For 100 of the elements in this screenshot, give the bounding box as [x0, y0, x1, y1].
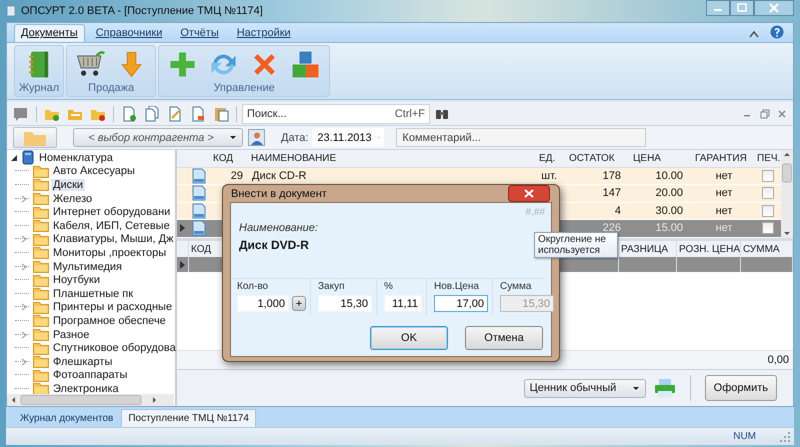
tree-item[interactable]: Принтеры и расходные [51, 301, 174, 314]
tree-item[interactable]: Диски [51, 178, 86, 191]
comment-field[interactable]: Комментарий... [396, 128, 646, 147]
ok-button[interactable]: OK [370, 326, 448, 350]
table-cell-text: 10.00 [654, 170, 684, 182]
restore-icon[interactable] [760, 108, 770, 118]
tree-item[interactable]: Клавиатуры, Мыши, Дж [51, 233, 176, 246]
column-header[interactable]: КОД [211, 152, 249, 164]
field-label: Нов.Цена [434, 281, 480, 292]
column-header[interactable]: ГАРАНТИЯ [693, 152, 755, 164]
tree-item[interactable]: Мультимедия [51, 260, 124, 273]
column-header[interactable]: ЦЕНА [631, 152, 693, 164]
cancel-button[interactable]: Отмена [465, 326, 543, 350]
ribbon-tab[interactable]: Документы [14, 24, 85, 42]
folder-icon [33, 314, 49, 328]
scrollbar[interactable] [781, 150, 793, 238]
tree-item[interactable]: Ноутбуки [51, 274, 102, 286]
total-value: 0,00 [768, 354, 789, 366]
price-tag-dropdown[interactable]: Ценник обычный [524, 378, 646, 398]
column-header[interactable]: ЕД. [537, 152, 567, 164]
tree-item[interactable]: Авто Аксесуары [51, 165, 137, 178]
document-edit-icon[interactable] [167, 106, 183, 122]
scrollbar[interactable] [7, 394, 174, 406]
document-remove-icon[interactable] [190, 106, 206, 122]
collapse-icon[interactable] [748, 29, 760, 39]
date-picker[interactable]: 23.11.2013 [312, 128, 384, 147]
current-row-icon [180, 260, 185, 268]
document-tab[interactable]: Поступление ТМЦ №1174 [121, 409, 256, 427]
tree-item[interactable]: Програмное обеспече [51, 314, 168, 327]
person-icon [250, 130, 264, 144]
group-label: Управление [214, 81, 275, 96]
tree-item[interactable]: Планшетные пк [51, 288, 136, 300]
increment-button[interactable]: + [292, 296, 306, 311]
folder-icon [33, 232, 49, 246]
document-icon [192, 168, 206, 184]
document-add-icon[interactable] [121, 106, 137, 122]
database-icon [22, 150, 34, 166]
folder-icon [33, 260, 49, 274]
ribbon-tab[interactable]: Настройки [230, 24, 298, 42]
checkbox[interactable] [762, 222, 774, 234]
folder-icon [33, 368, 49, 382]
tree-item[interactable]: Мониторы ,проекторы [51, 246, 168, 259]
input-field[interactable]: 17,00 [434, 295, 488, 312]
folder-icon [33, 328, 49, 342]
tree-item[interactable]: Спутниковое оборудова [51, 342, 178, 354]
table-cell-text: 147 [602, 187, 622, 200]
resize-grip-icon[interactable] [780, 432, 790, 442]
submit-button[interactable]: Оформить [704, 375, 777, 401]
table-cell-text: 30.00 [654, 204, 684, 217]
tree-item[interactable]: Флешкарты [51, 356, 114, 368]
contractor-dropdown[interactable]: < выбор контрагента > [73, 128, 243, 147]
table-cell-text: нет [714, 204, 734, 217]
folder-icon [33, 274, 49, 287]
person-button[interactable] [248, 129, 265, 146]
folder-icon [33, 355, 49, 368]
tree-item[interactable]: Номенклатура [37, 152, 115, 164]
checkbox[interactable] [762, 187, 774, 200]
group-label: Продажа [88, 81, 134, 96]
help-icon[interactable] [770, 25, 784, 39]
binoculars-icon[interactable] [435, 108, 449, 120]
tree-item[interactable]: Интернет оборудовани [51, 206, 172, 218]
search-box[interactable]: Поиск... Ctrl+F [242, 104, 430, 124]
folder-icon [33, 219, 49, 232]
input-field[interactable]: 1,000 [237, 295, 289, 312]
documents-icon[interactable] [144, 106, 160, 122]
tree-item[interactable]: Фотоаппараты [51, 369, 130, 382]
tree-item[interactable]: Электроника [51, 382, 121, 395]
printer-icon[interactable] [654, 378, 676, 398]
column-header[interactable]: ОСТАТОК [567, 152, 631, 164]
table-cell-text: Диск CD-R [251, 170, 308, 182]
collapse-arrow-icon[interactable] [11, 154, 19, 162]
blocks-icon[interactable] [290, 49, 322, 80]
close-icon[interactable] [508, 185, 550, 202]
tree-item[interactable]: Кабеля, ИБП, Сетевые [51, 220, 172, 232]
table-cell-text: шт. [540, 170, 558, 182]
clipboard-icon[interactable] [213, 106, 229, 122]
table-row[interactable]: 29 Диск CD-R шт. 178 10.00 нет [177, 168, 781, 185]
document-icon [192, 202, 206, 219]
close-icon[interactable] [754, 0, 794, 16]
ribbon-tab[interactable]: Отчёты [173, 24, 226, 42]
maximize-icon[interactable] [730, 0, 754, 16]
document-tab[interactable]: Журнал документов [14, 410, 120, 427]
comment-icon[interactable] [13, 106, 29, 122]
tree-item[interactable]: Разное [51, 328, 92, 341]
checkbox[interactable] [762, 170, 774, 182]
minimize-icon[interactable] [706, 0, 730, 16]
tree-item[interactable]: Железо [51, 192, 94, 205]
column-header[interactable]: ПЕЧ. [755, 152, 781, 164]
input-field[interactable]: 11,11 [384, 295, 422, 312]
table-cell-text: 226 [602, 222, 622, 234]
column-header[interactable]: НАИМЕНОВАНИЕ [249, 152, 537, 164]
search-field[interactable]: Поиск... [247, 108, 395, 120]
folder-button[interactable] [13, 127, 57, 148]
field-label: Кол-во [237, 281, 270, 292]
table-cell-text: 20.00 [654, 187, 684, 200]
input-field[interactable]: 15,30 [318, 295, 372, 312]
folder-icon [33, 192, 49, 206]
folder-icon [33, 342, 49, 355]
checkbox[interactable] [762, 204, 774, 217]
ribbon-tab[interactable]: Справочники [88, 24, 170, 42]
